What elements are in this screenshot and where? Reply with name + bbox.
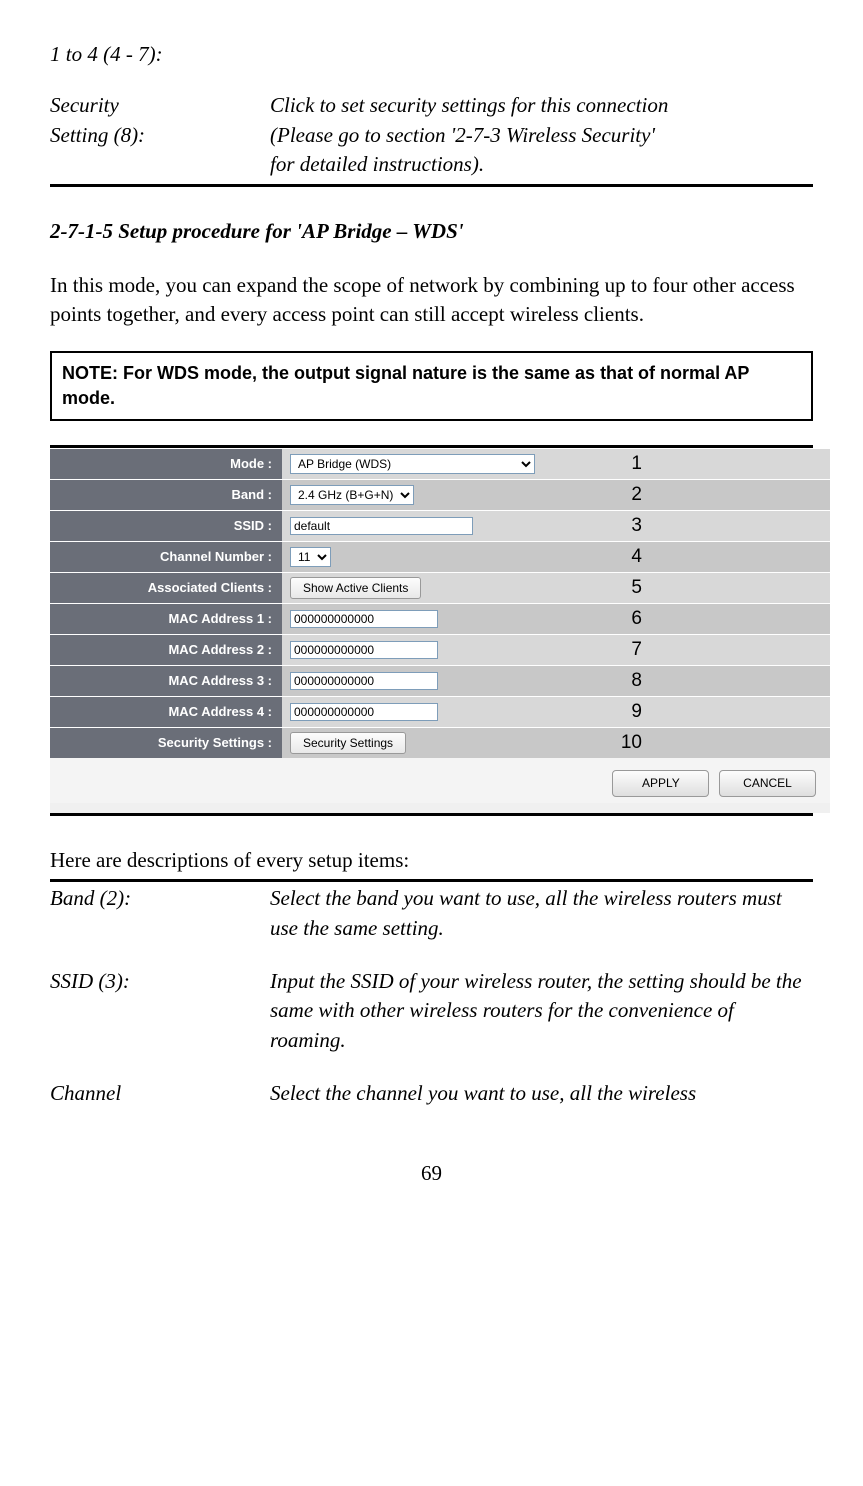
callout-3: 3 <box>631 513 642 540</box>
descriptions-intro: Here are descriptions of every setup ite… <box>50 846 813 875</box>
mac3-label: MAC Address 3 : <box>50 666 282 696</box>
mac4-label: MAC Address 4 : <box>50 697 282 727</box>
mac1-input[interactable] <box>290 610 438 628</box>
apply-button[interactable]: APPLY <box>612 770 709 797</box>
security-desc-line1: Click to set security settings for this … <box>270 91 813 120</box>
callout-6: 6 <box>631 606 642 633</box>
section-heading: 2-7-1-5 Setup procedure for 'AP Bridge –… <box>50 217 813 246</box>
ssid-input[interactable] <box>290 517 473 535</box>
show-active-clients-button[interactable]: Show Active Clients <box>290 577 421 599</box>
ssid-desc-text: Input the SSID of your wireless router, … <box>270 967 813 1055</box>
settings-form: Mode : AP Bridge (WDS) 1 Band : 2.4 GHz … <box>50 448 830 813</box>
security-label-line1: Security <box>50 91 270 120</box>
cancel-button[interactable]: CANCEL <box>719 770 816 797</box>
ssid-label: SSID : <box>50 511 282 541</box>
divider <box>50 813 813 816</box>
band-label: Band : <box>50 480 282 510</box>
callout-8: 8 <box>631 668 642 695</box>
mode-label: Mode : <box>50 449 282 479</box>
ssid-desc-label: SSID (3): <box>50 967 270 1055</box>
divider <box>50 879 813 882</box>
mac3-input[interactable] <box>290 672 438 690</box>
divider <box>50 184 813 187</box>
security-label-line2: Setting (8): <box>50 121 270 150</box>
security-desc-line3: for detailed instructions). <box>270 150 813 179</box>
band-desc-text: Select the band you want to use, all the… <box>270 884 813 943</box>
channel-desc-text: Select the channel you want to use, all … <box>270 1079 813 1108</box>
item-1-to-4-label: 1 to 4 (4 - 7): <box>50 40 270 69</box>
associated-clients-label: Associated Clients : <box>50 573 282 603</box>
note-box: NOTE: For WDS mode, the output signal na… <box>50 351 813 421</box>
channel-desc-label: Channel <box>50 1079 270 1108</box>
band-select[interactable]: 2.4 GHz (B+G+N) <box>290 485 414 505</box>
callout-5: 5 <box>631 575 642 602</box>
intro-paragraph: In this mode, you can expand the scope o… <box>50 271 813 330</box>
callout-4: 4 <box>631 544 642 571</box>
mode-select[interactable]: AP Bridge (WDS) <box>290 454 535 474</box>
security-desc-line2: (Please go to section '2-7-3 Wireless Se… <box>270 121 813 150</box>
page-number: 69 <box>50 1159 813 1188</box>
callout-7: 7 <box>631 637 642 664</box>
mac2-input[interactable] <box>290 641 438 659</box>
callout-2: 2 <box>631 482 642 509</box>
band-desc-label: Band (2): <box>50 884 270 943</box>
mac1-label: MAC Address 1 : <box>50 604 282 634</box>
channel-select[interactable]: 11 <box>290 547 331 567</box>
channel-label: Channel Number : <box>50 542 282 572</box>
mac2-label: MAC Address 2 : <box>50 635 282 665</box>
callout-9: 9 <box>631 699 642 726</box>
callout-1: 1 <box>631 451 642 478</box>
security-settings-label: Security Settings : <box>50 728 282 758</box>
security-settings-button[interactable]: Security Settings <box>290 732 406 754</box>
callout-10: 10 <box>621 730 642 757</box>
mac4-input[interactable] <box>290 703 438 721</box>
